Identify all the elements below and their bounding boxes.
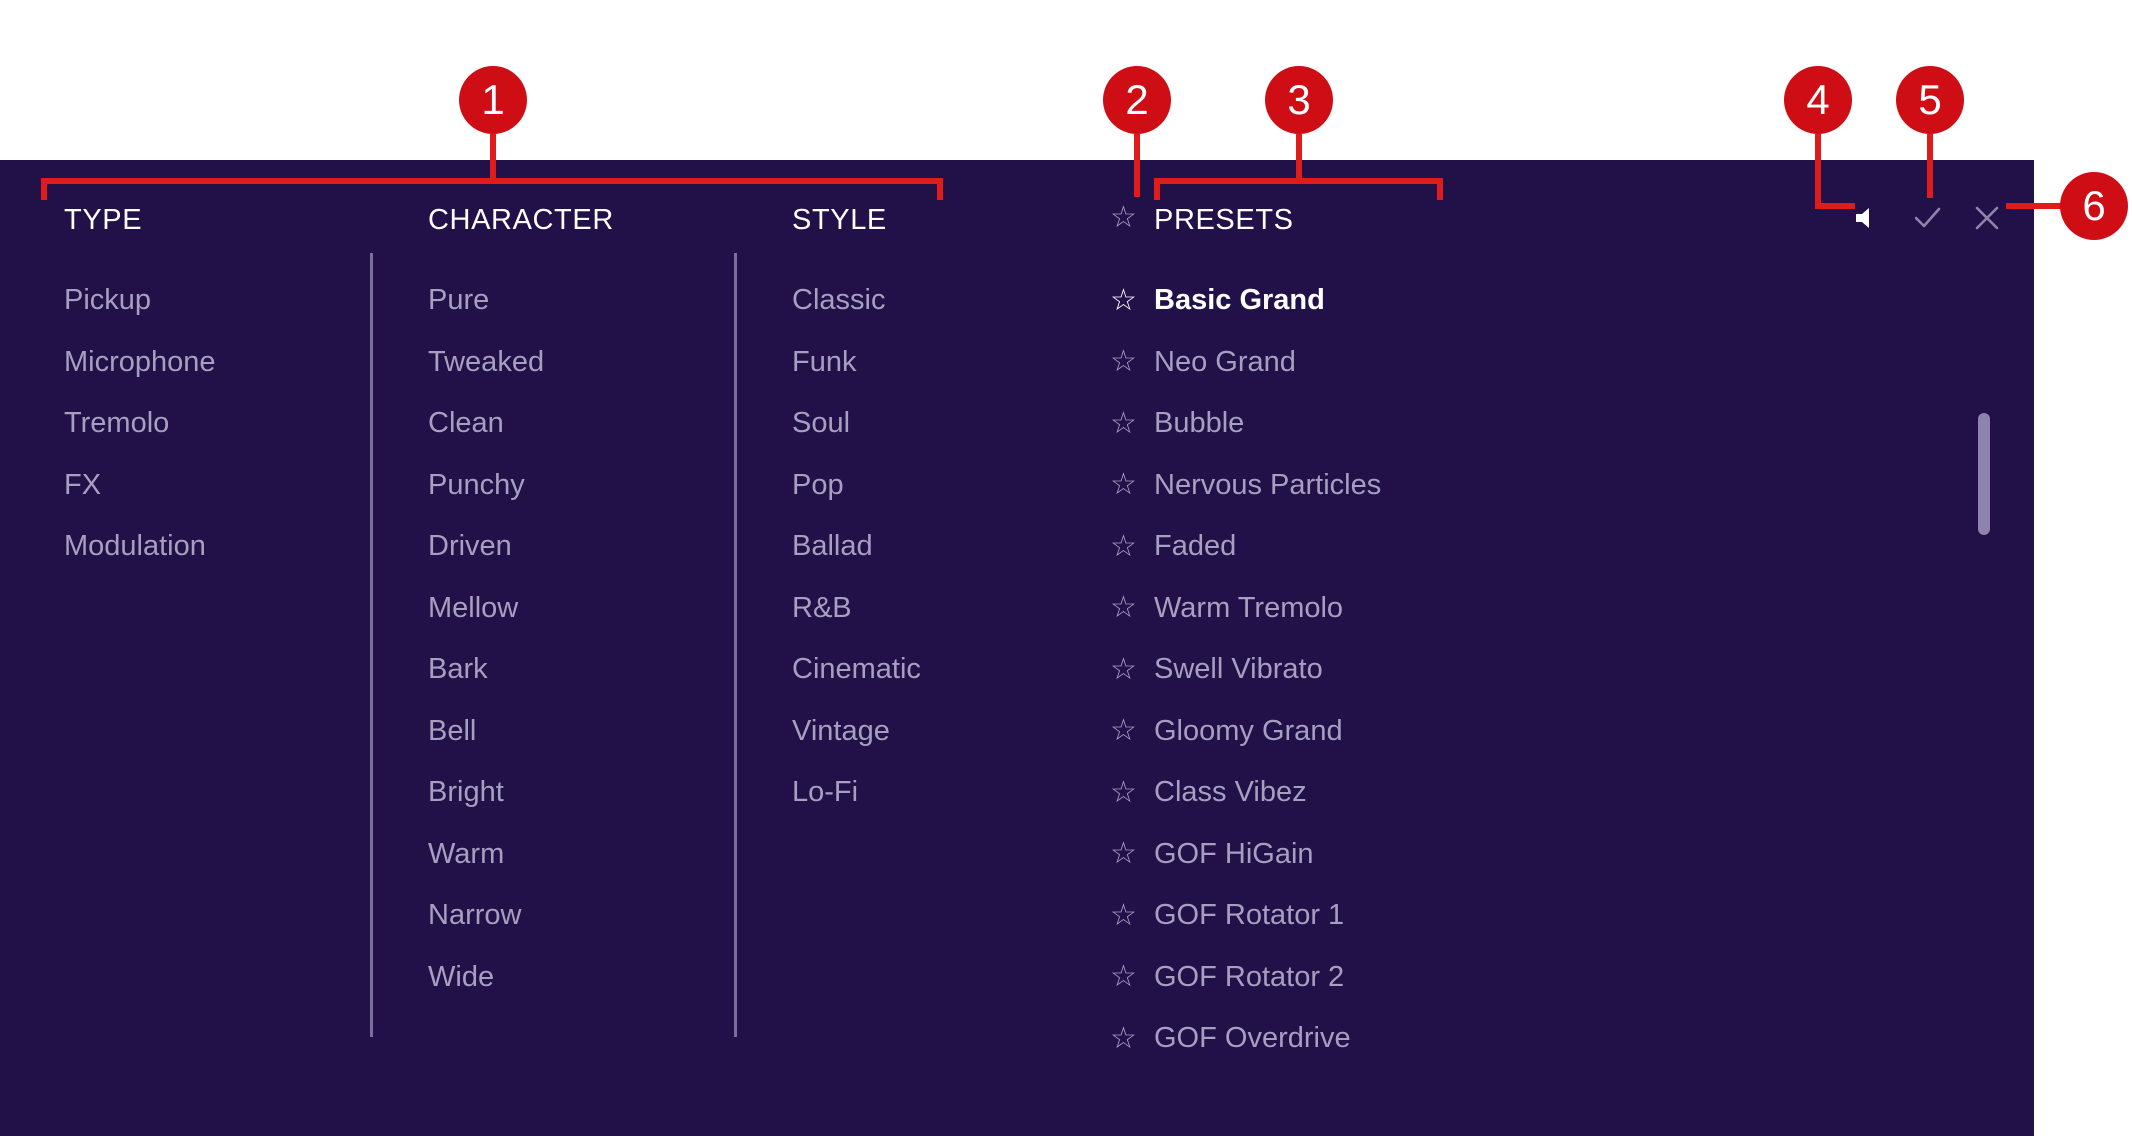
column-divider <box>734 253 737 1037</box>
preset-name-label: Faded <box>1154 530 1237 562</box>
preset-favorite-star-icon[interactable]: ☆ <box>1110 654 1154 685</box>
character-list-item[interactable]: Mellow <box>428 578 718 640</box>
character-list: Pure Tweaked Clean Punchy Driven Mellow Bark Be… <box>428 270 718 1008</box>
preset-toolbar <box>1850 196 2020 240</box>
type-list: Pickup Microphone Tremolo FX Modulation <box>64 270 354 578</box>
preset-list-item[interactable]: ☆ Swell Vibrato <box>1110 639 1950 701</box>
character-list-item[interactable]: Pure <box>428 270 718 332</box>
presets-list: ☆ Basic Grand ☆ Neo Grand ☆ Bubble ☆ Nervous Pa… <box>1110 270 1950 1070</box>
type-list-item[interactable]: Pickup <box>64 270 354 332</box>
type-list-item[interactable]: FX <box>64 455 354 517</box>
type-list-item[interactable]: Microphone <box>64 332 354 394</box>
preset-list-item[interactable]: ☆ Class Vibez <box>1110 762 1950 824</box>
character-list-item[interactable]: Narrow <box>428 885 718 947</box>
check-icon[interactable] <box>1910 201 1944 235</box>
preset-name-label: GOF Overdrive <box>1154 1022 1351 1054</box>
preset-list-item[interactable]: ☆ Bubble <box>1110 393 1950 455</box>
preset-favorite-star-icon[interactable]: ☆ <box>1110 593 1154 623</box>
style-list: Classic Funk Soul Pop Ballad R&B Cinematic Vint… <box>792 270 1082 824</box>
style-list-item[interactable]: Vintage <box>792 701 1082 763</box>
callout-badge-5: 5 <box>1896 66 1964 134</box>
preset-favorite-star-icon[interactable]: ☆ <box>1110 408 1154 439</box>
type-list-item[interactable]: Modulation <box>64 516 354 578</box>
preset-favorite-star-icon[interactable]: ☆ <box>1110 716 1154 746</box>
preset-name-label: GOF HiGain <box>1154 837 1314 870</box>
preset-list-item[interactable]: ☆ Basic Grand <box>1110 270 1950 332</box>
preset-name-label: Bubble <box>1154 407 1245 439</box>
character-list-item[interactable]: Punchy <box>428 455 718 517</box>
preset-name-label: GOF Rotator 1 <box>1154 899 1345 931</box>
preset-favorite-star-icon[interactable]: ☆ <box>1110 962 1154 992</box>
column-header-type: TYPE <box>64 204 143 236</box>
preset-name-label: Nervous Particles <box>1154 468 1382 501</box>
preset-favorite-star-icon[interactable]: ☆ <box>1110 531 1154 562</box>
style-list-item[interactable]: Soul <box>792 393 1082 455</box>
preset-favorite-star-icon[interactable]: ☆ <box>1110 347 1154 377</box>
character-list-item[interactable]: Tweaked <box>428 332 718 394</box>
preset-scrollbar-thumb[interactable] <box>1978 413 1990 535</box>
preset-list-item[interactable]: ☆ GOF Rotator 2 <box>1110 947 1950 1009</box>
preset-favorite-star-icon[interactable]: ☆ <box>1110 839 1154 869</box>
callout-badge-6: 6 <box>2060 172 2128 240</box>
preset-name-label: Class Vibez <box>1154 776 1307 808</box>
style-list-item[interactable]: Classic <box>792 270 1082 332</box>
close-icon[interactable] <box>1970 201 2004 235</box>
character-list-item[interactable]: Bright <box>428 762 718 824</box>
style-list-item[interactable]: Lo-Fi <box>792 762 1082 824</box>
type-list-item[interactable]: Tremolo <box>64 393 354 455</box>
character-list-item[interactable]: Driven <box>428 516 718 578</box>
style-list-item[interactable]: Cinematic <box>792 639 1082 701</box>
callout-badge-4: 4 <box>1784 66 1852 134</box>
style-list-item[interactable]: R&B <box>792 578 1082 640</box>
character-list-item[interactable]: Warm <box>428 824 718 886</box>
preset-list-item[interactable]: ☆ Faded <box>1110 516 1950 578</box>
character-list-item[interactable]: Wide <box>428 947 718 1009</box>
callout-badge-1: 1 <box>459 66 527 134</box>
style-list-item[interactable]: Ballad <box>792 516 1082 578</box>
speaker-icon[interactable] <box>1850 201 1884 235</box>
preset-name-label: Basic Grand <box>1154 284 1325 316</box>
column-header-character: CHARACTER <box>428 204 614 236</box>
character-list-item[interactable]: Bark <box>428 639 718 701</box>
preset-favorite-star-icon[interactable]: ☆ <box>1110 285 1154 316</box>
column-header-style: STYLE <box>792 204 887 236</box>
preset-name-label: Neo Grand <box>1154 345 1296 378</box>
preset-name-label: Swell Vibrato <box>1154 653 1323 685</box>
callout-badge-3: 3 <box>1265 66 1333 134</box>
preset-name-label: Gloomy Grand <box>1154 714 1343 747</box>
preset-list-item[interactable]: ☆ GOF Rotator 1 <box>1110 885 1950 947</box>
preset-favorite-star-icon[interactable]: ☆ <box>1110 470 1154 500</box>
column-header-presets: PRESETS <box>1154 204 1294 236</box>
style-list-item[interactable]: Funk <box>792 332 1082 394</box>
column-divider <box>370 253 373 1037</box>
character-list-item[interactable]: Clean <box>428 393 718 455</box>
character-list-item[interactable]: Bell <box>428 701 718 763</box>
preset-list-item[interactable]: ☆ Nervous Particles <box>1110 455 1950 517</box>
favorites-filter-star-icon[interactable]: ☆ <box>1110 202 1154 234</box>
preset-scrollbar-track[interactable] <box>1978 253 1992 1037</box>
preset-name-label: Warm Tremolo <box>1154 591 1344 624</box>
preset-list-item[interactable]: ☆ GOF HiGain <box>1110 824 1950 886</box>
preset-list-item[interactable]: ☆ Neo Grand <box>1110 332 1950 394</box>
preset-favorite-star-icon[interactable]: ☆ <box>1110 777 1154 808</box>
callout-badge-2: 2 <box>1103 66 1171 134</box>
preset-browser-panel: TYPE CHARACTER STYLE PRESETS ☆ Pickup Mic… <box>0 160 2034 1136</box>
preset-favorite-star-icon[interactable]: ☆ <box>1110 900 1154 931</box>
preset-list-item[interactable]: ☆ Warm Tremolo <box>1110 578 1950 640</box>
style-list-item[interactable]: Pop <box>792 455 1082 517</box>
preset-list-item[interactable]: ☆ Gloomy Grand <box>1110 701 1950 763</box>
preset-list-item[interactable]: ☆ GOF Overdrive <box>1110 1008 1950 1070</box>
preset-favorite-star-icon[interactable]: ☆ <box>1110 1023 1154 1054</box>
preset-name-label: GOF Rotator 2 <box>1154 960 1345 993</box>
